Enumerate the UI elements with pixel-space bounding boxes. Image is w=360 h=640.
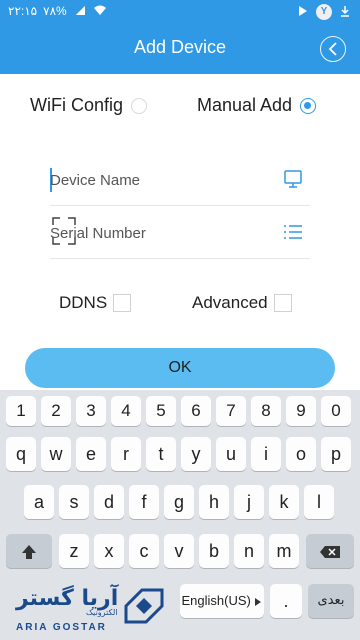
- key-3[interactable]: 3: [76, 396, 106, 426]
- key-1[interactable]: 1: [6, 396, 36, 426]
- period-key[interactable]: .: [270, 584, 302, 618]
- key-w[interactable]: w: [41, 437, 71, 471]
- ddns-checkbox[interactable]: [113, 294, 132, 312]
- key-4[interactable]: 4: [111, 396, 141, 426]
- key-s[interactable]: s: [59, 485, 89, 519]
- key-5[interactable]: 5: [146, 396, 176, 426]
- key-c[interactable]: c: [129, 534, 159, 568]
- device-name-field: [50, 154, 310, 206]
- app-header: Add Device: [0, 24, 360, 74]
- manual-add-label: Manual Add: [197, 95, 293, 115]
- wifi-config-radio[interactable]: [131, 97, 148, 114]
- key-7[interactable]: 7: [216, 396, 246, 426]
- chevron-left-icon: [328, 42, 337, 56]
- brand-logo-icon: [124, 588, 164, 624]
- brand-watermark: آریا گستر الکترونیک ARIA GOSTAR: [2, 582, 182, 638]
- wifi-config-label: WiFi Config: [30, 95, 124, 115]
- key-o[interactable]: o: [286, 437, 316, 471]
- wifi-config-option[interactable]: WiFi Config: [30, 95, 148, 116]
- ddns-option[interactable]: DDNS: [59, 292, 132, 314]
- key-t[interactable]: t: [146, 437, 176, 471]
- device-name-input[interactable]: [50, 166, 270, 194]
- shift-arrow-icon: [22, 545, 36, 560]
- back-button[interactable]: [320, 36, 346, 62]
- key-r[interactable]: r: [111, 437, 141, 471]
- key-8[interactable]: 8: [251, 396, 281, 426]
- manual-add-radio[interactable]: [300, 97, 317, 114]
- key-6[interactable]: 6: [181, 396, 211, 426]
- backspace-key[interactable]: [306, 534, 354, 568]
- brand-subtitle: الکترونیک: [86, 608, 118, 617]
- serial-number-input[interactable]: [50, 219, 270, 247]
- serial-number-field: [50, 207, 310, 259]
- list-icon[interactable]: [282, 221, 304, 243]
- key-l[interactable]: l: [304, 485, 334, 519]
- key-d[interactable]: d: [94, 485, 124, 519]
- key-b[interactable]: b: [199, 534, 229, 568]
- status-right: Y: [296, 4, 352, 20]
- key-i[interactable]: i: [251, 437, 281, 471]
- key-f[interactable]: f: [129, 485, 159, 519]
- signal-icon: [73, 4, 87, 18]
- key-y[interactable]: y: [181, 437, 211, 471]
- key-j[interactable]: j: [234, 485, 264, 519]
- ddns-label: DDNS: [59, 293, 108, 312]
- key-0[interactable]: 0: [321, 396, 351, 426]
- key-x[interactable]: x: [94, 534, 124, 568]
- notification-triangle-icon: [296, 5, 310, 19]
- key-e[interactable]: e: [76, 437, 106, 471]
- key-k[interactable]: k: [269, 485, 299, 519]
- advanced-label: Advanced: [192, 293, 268, 312]
- page-title: Add Device: [133, 37, 227, 57]
- space-key[interactable]: English(US): [180, 584, 264, 618]
- key-z[interactable]: z: [59, 534, 89, 568]
- status-left: ۲۲:۱۵ ۷۸%: [8, 4, 107, 18]
- wifi-icon: [93, 4, 107, 18]
- notification-badge: Y: [316, 4, 332, 20]
- key-2[interactable]: 2: [41, 396, 71, 426]
- manual-add-option[interactable]: Manual Add: [197, 95, 317, 116]
- space-key-label: English(US): [181, 593, 251, 608]
- status-bar: ۲۲:۱۵ ۷۸% Y: [0, 0, 360, 24]
- key-u[interactable]: u: [216, 437, 246, 471]
- brand-name-latin: ARIA GOSTAR: [16, 622, 107, 633]
- key-a[interactable]: a: [24, 485, 54, 519]
- key-p[interactable]: p: [321, 437, 351, 471]
- clock: ۲۲:۱۵: [8, 4, 38, 18]
- shift-key[interactable]: [6, 534, 52, 568]
- key-g[interactable]: g: [164, 485, 194, 519]
- key-v[interactable]: v: [164, 534, 194, 568]
- monitor-icon[interactable]: [282, 168, 304, 190]
- key-h[interactable]: h: [199, 485, 229, 519]
- key-q[interactable]: q: [6, 437, 36, 471]
- backspace-icon: [320, 546, 340, 559]
- download-icon: [338, 5, 352, 19]
- ok-button[interactable]: OK: [25, 348, 335, 388]
- key-n[interactable]: n: [234, 534, 264, 568]
- mode-selector: WiFi Config Manual Add: [0, 95, 360, 121]
- battery-level: ۷۸%: [43, 4, 67, 18]
- key-9[interactable]: 9: [286, 396, 316, 426]
- language-switch-icon: [255, 597, 262, 606]
- advanced-option[interactable]: Advanced: [192, 292, 292, 314]
- next-key[interactable]: بعدی: [308, 584, 354, 618]
- advanced-checkbox[interactable]: [273, 294, 292, 312]
- key-m[interactable]: m: [269, 534, 299, 568]
